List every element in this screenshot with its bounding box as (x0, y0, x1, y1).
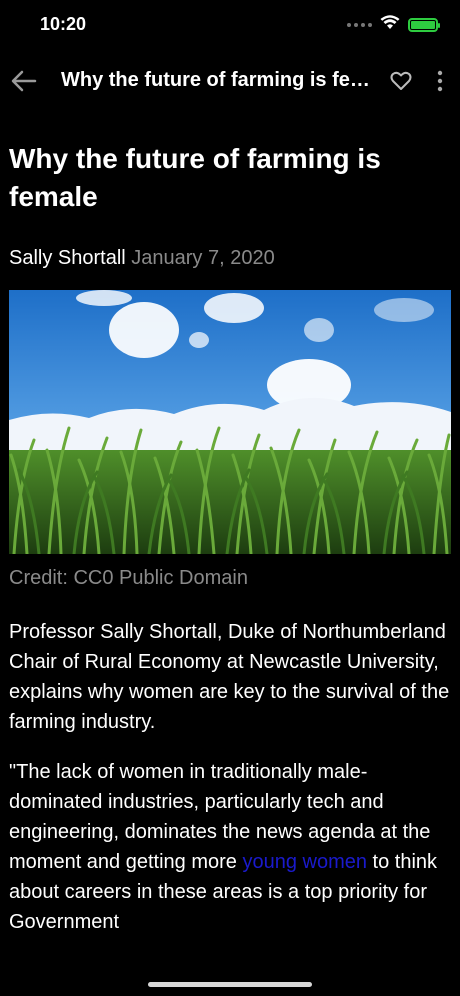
article-title: Why the future of farming is female (9, 143, 381, 212)
article-paragraph-2: "The lack of women in traditionally male… (9, 757, 451, 937)
article-paragraph-1: Professor Sally Shortall, Duke of Northu… (9, 621, 450, 733)
publish-date: January 7, 2020 (131, 247, 275, 269)
signal-dots-icon (347, 23, 372, 27)
heart-icon (390, 71, 412, 90)
author-name[interactable]: Sally Shortall (9, 247, 126, 269)
app-bar-title: Why the future of farming is female (61, 69, 371, 91)
article-hero-image[interactable] (9, 290, 451, 554)
back-button[interactable] (8, 65, 40, 97)
image-credit: Credit: CC0 Public Domain (9, 567, 248, 589)
more-options-button[interactable] (428, 68, 452, 94)
byline: Sally Shortall January 7, 2020 (9, 245, 451, 271)
more-vertical-icon (437, 70, 443, 92)
young-women-link[interactable]: young women (242, 851, 367, 873)
app-bar: Why the future of farming is female (0, 56, 460, 106)
article-content: Why the future of farming is female Sall… (9, 140, 451, 937)
wifi-icon (380, 15, 400, 35)
status-bar: 10:20 (0, 0, 460, 50)
back-arrow-icon (11, 70, 37, 92)
battery-charging-icon (408, 18, 440, 32)
status-time: 10:20 (40, 14, 87, 34)
screen: 10:20 Why the future of farming is femal… (0, 0, 460, 956)
status-icons (347, 15, 440, 35)
home-indicator[interactable] (148, 982, 312, 987)
favorite-button[interactable] (388, 68, 414, 94)
